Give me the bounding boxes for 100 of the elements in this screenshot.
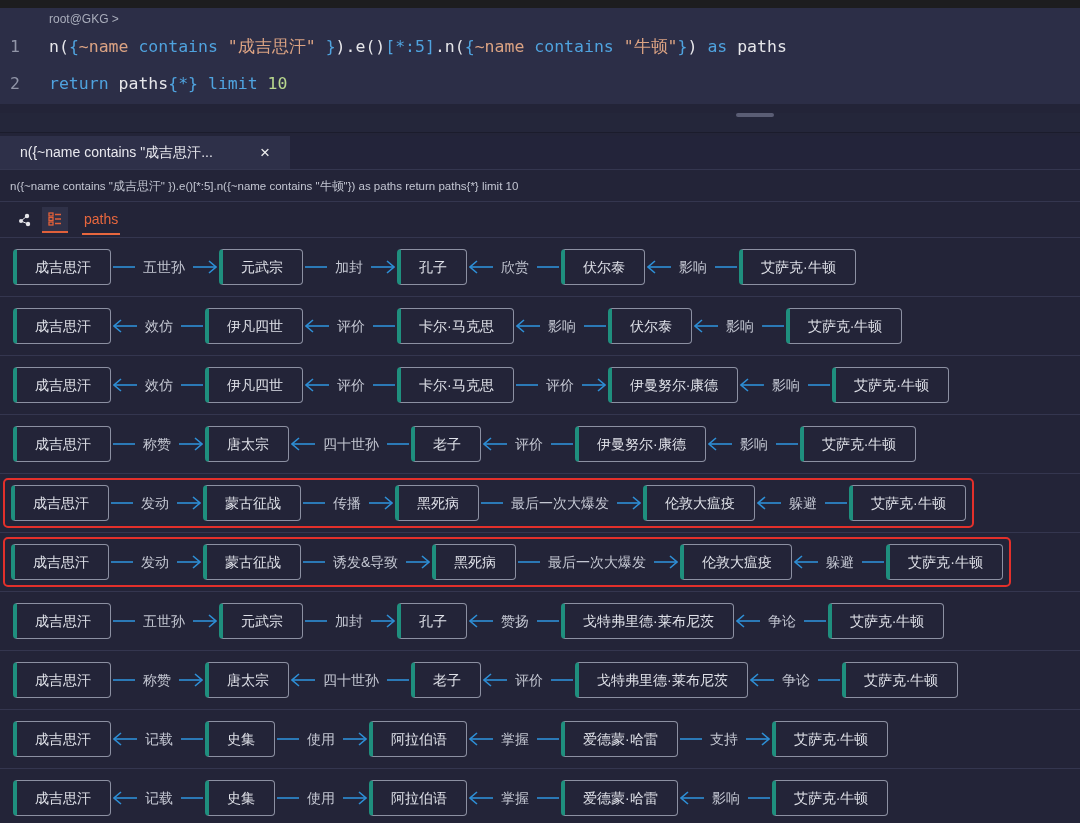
edge-arrow [371, 260, 395, 274]
edge-label: 躲避 [826, 552, 855, 572]
edge-arrow [745, 732, 770, 746]
edge-label: 诱发&导致 [333, 552, 399, 572]
entity-node[interactable]: 艾萨克·牛顿 [771, 780, 889, 816]
entity-node[interactable]: 成吉思汗 [13, 780, 111, 816]
entity-node[interactable]: 伊曼努尔·康德 [575, 426, 706, 462]
edge-arrow [757, 496, 781, 510]
entity-node[interactable]: 孔子 [397, 603, 467, 639]
table-view-button[interactable] [42, 206, 68, 233]
edge-label: 发动 [141, 552, 169, 572]
entity-node[interactable]: 艾萨克·牛顿 [785, 308, 903, 344]
result-tab[interactable]: paths [82, 204, 121, 235]
line-number: 1 [9, 36, 21, 58]
entity-node[interactable]: 伏尔泰 [607, 308, 692, 344]
entity-node[interactable]: 伦敦大瘟疫 [680, 544, 793, 580]
entity-node[interactable]: 元武宗 [219, 249, 303, 285]
entity-node[interactable]: 史集 [205, 780, 275, 816]
entity-node[interactable]: 艾萨克·牛顿 [771, 721, 889, 757]
edge-arrow [617, 496, 641, 510]
entity-node[interactable]: 元武宗 [219, 603, 303, 639]
entity-node[interactable]: 黑死病 [432, 544, 517, 580]
entity-node[interactable]: 孔子 [397, 249, 467, 285]
edge-arrow [113, 378, 137, 392]
entity-node[interactable]: 唐太宗 [205, 662, 289, 698]
entity-node[interactable]: 史集 [205, 721, 275, 757]
edge-label: 最后一次大爆发 [511, 493, 609, 513]
edge-label: 加封 [335, 257, 363, 277]
edge-label: 传播 [333, 493, 361, 513]
edge-arrow [343, 732, 367, 746]
edge-arrow [291, 673, 315, 687]
edge-arrow [406, 555, 431, 569]
entity-node[interactable]: 成吉思汗 [11, 485, 109, 521]
edge-label: 欣赏 [501, 257, 529, 277]
entity-node[interactable]: 蒙古征战 [203, 485, 301, 521]
edge-arrow [735, 614, 760, 628]
code-line: return paths{*} limit 10 [49, 73, 288, 95]
entity-node[interactable]: 卡尔·马克思 [397, 308, 514, 344]
entity-node[interactable]: 艾萨克·牛顿 [832, 367, 949, 403]
edge-arrow [369, 496, 393, 510]
entity-node[interactable]: 成吉思汗 [13, 308, 111, 344]
edge-arrow [740, 378, 765, 392]
entity-node[interactable]: 成吉思汗 [11, 544, 109, 580]
entity-node[interactable]: 伊凡四世 [205, 367, 303, 403]
entity-node[interactable]: 阿拉伯语 [369, 721, 467, 757]
entity-node[interactable]: 阿拉伯语 [369, 780, 467, 816]
edge-arrow [483, 437, 507, 451]
edge-label: 掌握 [501, 729, 529, 749]
entity-node[interactable]: 成吉思汗 [13, 603, 111, 639]
entity-node[interactable]: 艾萨克·牛顿 [841, 662, 959, 698]
entity-node[interactable]: 唐太宗 [205, 426, 289, 462]
entity-node[interactable]: 成吉思汗 [13, 367, 111, 403]
entity-node[interactable]: 老子 [411, 426, 481, 462]
close-icon[interactable]: × [260, 139, 270, 166]
entity-node[interactable]: 艾萨克·牛顿 [886, 544, 1003, 580]
entity-node[interactable]: 黑死病 [395, 485, 479, 521]
entity-node[interactable]: 艾萨克·牛顿 [799, 426, 917, 462]
edge-label: 发动 [141, 493, 169, 513]
edge-arrow [193, 614, 217, 628]
entity-node[interactable]: 戈特弗里德·莱布尼茨 [575, 662, 748, 698]
entity-node[interactable]: 老子 [411, 662, 481, 698]
entity-node[interactable]: 成吉思汗 [13, 721, 111, 757]
edge-label: 称赞 [143, 670, 171, 690]
edge-label: 使用 [307, 729, 335, 749]
entity-node[interactable]: 卡尔·马克思 [397, 367, 514, 403]
resize-handle[interactable] [736, 113, 774, 117]
entity-node[interactable]: 戈特弗里德·莱布尼茨 [561, 603, 734, 639]
entity-node[interactable]: 伊凡四世 [205, 308, 303, 344]
entity-node[interactable]: 艾萨克·牛顿 [849, 485, 966, 521]
edge-arrow [343, 791, 367, 805]
entity-node[interactable]: 成吉思汗 [13, 249, 111, 285]
edge-label: 影响 [739, 434, 768, 454]
edge-label: 加封 [335, 611, 363, 631]
edge-arrow [177, 496, 201, 510]
entity-node[interactable]: 成吉思汗 [13, 426, 111, 462]
edge-label: 四十世孙 [323, 434, 379, 454]
edge-arrow [305, 319, 329, 333]
edge-arrow [749, 673, 774, 687]
entity-node[interactable]: 爱德蒙·哈雷 [561, 721, 678, 757]
query-text: n({~name contains "成吉思汗" }).e()[*:5].n({~name contains "牛顿"}) as paths return paths{*} limit 10 [10, 180, 519, 192]
edge-label: 五世孙 [143, 611, 185, 631]
edge-label: 记载 [145, 729, 173, 749]
entity-node[interactable]: 成吉思汗 [13, 662, 111, 698]
edge-arrow [469, 791, 493, 805]
entity-node[interactable]: 艾萨克·牛顿 [739, 249, 856, 285]
entity-node[interactable]: 伦敦大瘟疫 [643, 485, 755, 521]
edge-label: 掌握 [501, 788, 529, 808]
entity-node[interactable]: 伏尔泰 [561, 249, 645, 285]
entity-node[interactable]: 蒙古征战 [203, 544, 301, 580]
edge-arrow [469, 732, 493, 746]
edge-arrow [113, 732, 137, 746]
edge-label: 最后一次大爆发 [548, 552, 647, 572]
edge-arrow [177, 555, 201, 569]
query-tab[interactable]: n({~name contains "成吉思汗... × [0, 136, 290, 169]
entity-node[interactable]: 艾萨克·牛顿 [827, 603, 945, 639]
entity-node[interactable]: 伊曼努尔·康德 [607, 367, 739, 403]
edge-arrow [483, 673, 507, 687]
entity-node[interactable]: 爱德蒙·哈雷 [561, 780, 678, 816]
edge-arrow [693, 319, 718, 333]
edge-label: 效仿 [145, 375, 173, 395]
